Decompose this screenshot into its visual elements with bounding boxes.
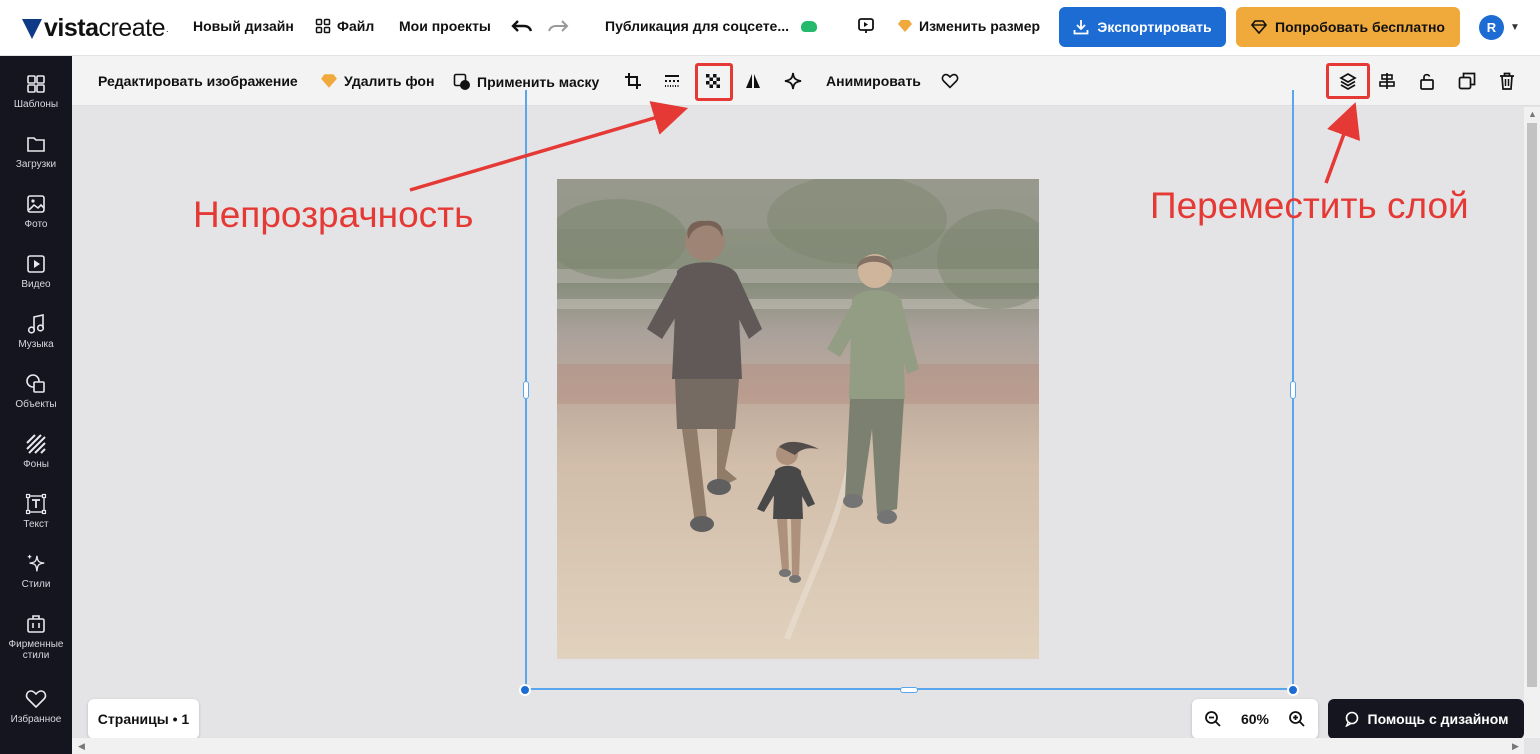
annotation-arrows — [409, 101, 1361, 192]
pages-label: Страницы • 1 — [97, 711, 190, 727]
zoom-control: 60% — [1192, 699, 1318, 739]
scroll-right-icon[interactable]: ▶ — [1512, 741, 1519, 752]
chat-icon — [1344, 711, 1358, 727]
horizontal-scrollbar[interactable]: ◀ ▶ — [72, 738, 1524, 754]
zoom-out-icon[interactable] — [1204, 710, 1222, 728]
zoom-in-icon[interactable] — [1288, 710, 1306, 728]
scroll-up-icon[interactable]: ▲ — [1528, 109, 1537, 119]
vertical-scroll-thumb[interactable] — [1527, 123, 1537, 687]
arrow-to-layers — [1324, 102, 1361, 184]
vertical-scrollbar[interactable]: ▲ — [1524, 107, 1540, 738]
scroll-left-icon[interactable]: ◀ — [78, 741, 85, 752]
zoom-level[interactable]: 60% — [1241, 711, 1269, 727]
arrow-to-opacity — [409, 101, 689, 192]
pages-button[interactable]: Страницы • 1 — [88, 699, 199, 739]
design-help-button[interactable]: Помощь с дизайном — [1328, 699, 1524, 739]
design-help-label: Помощь с дизайном — [1367, 711, 1509, 727]
